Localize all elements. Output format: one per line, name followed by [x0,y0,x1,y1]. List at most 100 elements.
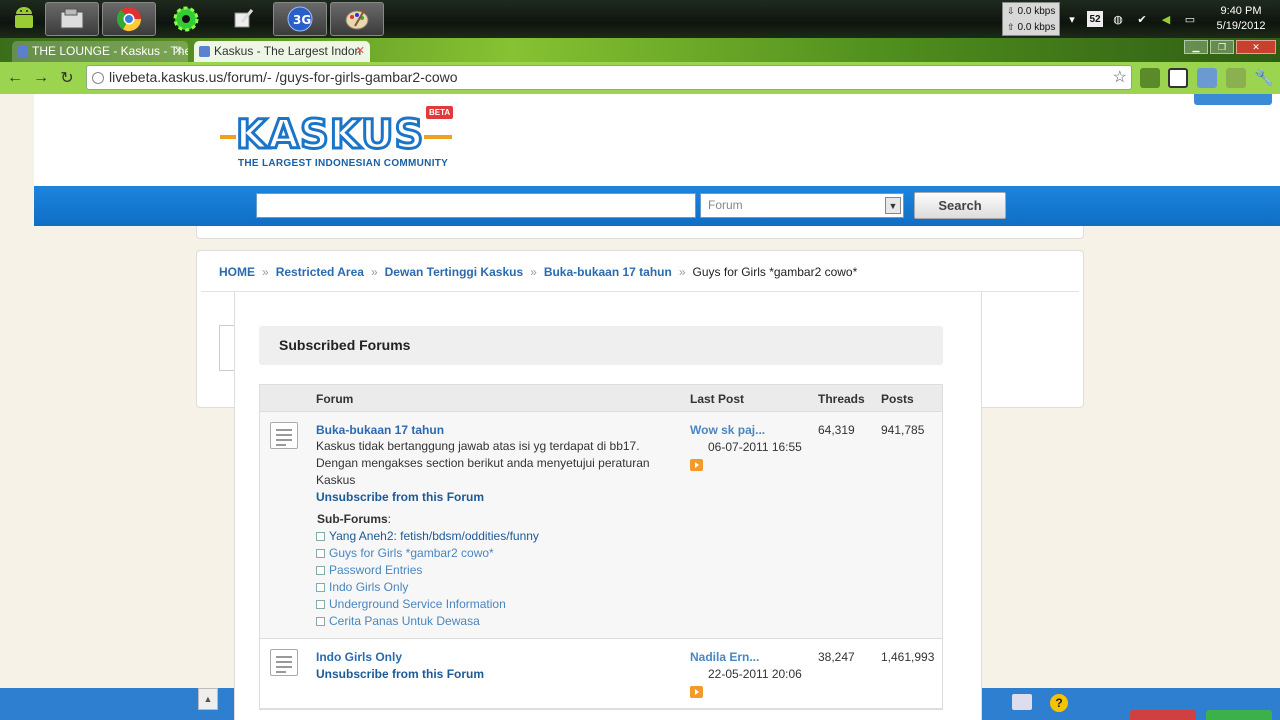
reload-icon[interactable]: ↻ [54,68,80,88]
site-header: KASKUS BETA THE LARGEST INDONESIAN COMMU… [34,94,1280,186]
close-tab-icon[interactable]: ✕ [174,44,183,57]
mail-icon[interactable] [1012,694,1032,710]
forum-title-link[interactable]: Buka-bukaan 17 tahun [316,423,444,437]
subforum-icon [316,600,325,609]
forum-title-link[interactable]: Indo Girls Only [316,650,402,664]
battery-icon[interactable]: ▭ [1181,10,1199,28]
svg-text:3G: 3G [293,13,311,27]
list-item[interactable]: Indo Girls Only [316,579,539,596]
unsubscribe-link[interactable]: Unsubscribe from this Forum [316,490,484,504]
post-count: 1,461,993 [881,650,935,664]
kaskus-favicon-icon [199,46,210,57]
green-tab-button[interactable] [1206,710,1272,720]
subforum-link[interactable]: Indo Girls Only [329,580,408,594]
address-bar[interactable]: livebeta.kaskus.us/forum/- /guys-for-gir… [86,65,1132,90]
minimize-icon[interactable]: ▁ [1184,40,1208,54]
list-item[interactable]: Yang Aneh2: fetish/bdsm/oddities/funny [316,528,539,545]
volume-icon[interactable]: ◀ [1157,10,1175,28]
clock[interactable]: 9:40 PM 5/19/2012 [1202,4,1280,34]
download-arrow-icon: ⇩ [1007,5,1015,16]
checkmark-icon[interactable]: ✔ [1133,10,1151,28]
list-item[interactable]: Password Entries [316,562,539,579]
search-button[interactable]: Search [914,192,1006,219]
subforums-label: Sub-Forums [317,512,388,526]
subforum-link[interactable]: Yang Aneh2: fetish/bdsm/oddities/funny [329,529,539,543]
bookmark-star-icon[interactable]: ☆ [1113,66,1127,89]
red-tab-button[interactable] [1130,710,1196,720]
url-text: livebeta.kaskus.us/forum/- /guys-for-gir… [109,69,458,85]
search-input[interactable] [256,193,696,218]
forward-icon[interactable]: → [28,69,54,87]
3g-modem-icon[interactable]: 3G [273,2,327,36]
subforum-link[interactable]: Cerita Panas Untuk Dewasa [329,614,480,628]
header-account-button[interactable] [1194,94,1272,105]
gear-icon[interactable] [159,2,213,36]
window-controls: ▁ ❐ ✕ [1184,40,1276,54]
subforum-link[interactable]: Guys for Girls *gambar2 cowo* [329,546,494,560]
search-bar: Forum ▼ Search [34,186,1280,226]
help-icon[interactable]: ? [1050,694,1068,712]
subscribed-forums-heading: Subscribed Forums [259,326,943,365]
close-window-icon[interactable]: ✕ [1236,40,1276,54]
clock-time: 9:40 PM [1220,5,1262,17]
col-threads: Threads [818,392,865,406]
subforum-icon [316,549,325,558]
tray-badge[interactable]: 52 [1087,11,1103,27]
browser-tab-lounge[interactable]: THE LOUNGE - Kaskus - The ✕ [12,41,188,62]
go-to-last-post-icon[interactable] [690,459,703,471]
breadcrumb-home[interactable]: HOME [219,265,255,279]
last-post-date: 06-07-2011 16:55 [708,440,802,454]
go-to-last-post-icon[interactable] [690,686,703,698]
wrench-icon[interactable]: 🔧 [1254,68,1274,88]
table-row: Buka-bukaan 17 tahun Kaskus tidak bertan… [260,412,942,639]
list-item[interactable]: Underground Service Information [316,596,539,613]
chevron-down-icon[interactable]: ▼ [885,197,901,214]
unsubscribe-link[interactable]: Unsubscribe from this Forum [316,667,484,681]
pen-tool-icon[interactable] [216,2,270,36]
browser-tab-strip: THE LOUNGE - Kaskus - The ✕ Kaskus - The… [0,38,1280,62]
upload-arrow-icon: ⇧ [1007,21,1015,32]
search-scope-select[interactable]: Forum ▼ [700,193,904,218]
post-count: 941,785 [881,423,925,437]
taskbar: 3G ⇩ 0.0 kbps ⇧ 0.0 kbps ▾ 52 ◍ ✔ ◀ ▭ 9:40… [0,0,1280,38]
breadcrumb-separator: » [678,265,686,279]
breadcrumb: HOME » Restricted Area » Dewan Tertinggi Kas… [219,265,857,279]
restore-icon[interactable]: ❐ [1210,40,1234,54]
system-tray: ⇩ 0.0 kbps ⇧ 0.0 kbps ▾ 52 ◍ ✔ ◀ ▭ 9:40 PM… [1002,0,1280,38]
list-item[interactable]: Cerita Panas Untuk Dewasa [316,613,539,630]
paint-icon[interactable] [330,2,384,36]
network-icon[interactable]: ◍ [1109,10,1127,28]
browser-tab-kaskus[interactable]: Kaskus - The Largest Indon ✕ [194,41,370,62]
breadcrumb-restricted-area[interactable]: Restricted Area [276,265,364,279]
last-post-link[interactable]: Nadila Ern... [690,650,759,664]
close-tab-icon[interactable]: ✕ [356,44,365,57]
file-explorer-icon[interactable] [45,2,99,36]
extension-s-icon[interactable] [1168,68,1188,88]
logo-dash [424,135,452,139]
tray-expand-icon[interactable]: ▾ [1063,10,1081,28]
android-icon[interactable] [6,2,42,36]
subforum-link[interactable]: Password Entries [329,563,422,577]
search-scope-value: Forum [708,198,743,212]
kaskus-logo[interactable]: KASKUS BETA THE LARGEST INDONESIAN COMMU… [220,106,468,172]
subscribed-forums-table: Forum Last Post Threads Posts Buka-bukaa… [259,384,943,710]
extension-tools-icon[interactable] [1226,68,1246,88]
table-header: Forum Last Post Threads Posts [260,385,942,412]
net-up-value: 0.0 kbps [1017,21,1056,33]
extension-shield-icon[interactable] [1197,68,1217,88]
chrome-icon[interactable] [102,2,156,36]
scroll-up-icon[interactable]: ▲ [198,688,218,710]
subforum-link[interactable]: Underground Service Information [329,597,506,611]
subforum-list: Yang Aneh2: fetish/bdsm/oddities/funny G… [316,528,539,630]
breadcrumb-buka-bukaan[interactable]: Buka-bukaan 17 tahun [544,265,672,279]
thread-count: 38,247 [818,650,855,664]
col-last-post: Last Post [690,392,745,406]
back-icon[interactable]: ← [2,69,28,87]
extension-binoculars-icon[interactable] [1140,68,1160,88]
list-item[interactable]: Guys for Girls *gambar2 cowo* [316,545,539,562]
logo-tagline: THE LARGEST INDONESIAN COMMUNITY [238,158,449,169]
breadcrumb-separator: » [370,265,378,279]
page-viewport: KASKUS BETA THE LARGEST INDONESIAN COMMU… [0,94,1280,720]
last-post-link[interactable]: Wow sk paj... [690,423,765,437]
breadcrumb-dewan-tertinggi[interactable]: Dewan Tertinggi Kaskus [385,265,523,279]
